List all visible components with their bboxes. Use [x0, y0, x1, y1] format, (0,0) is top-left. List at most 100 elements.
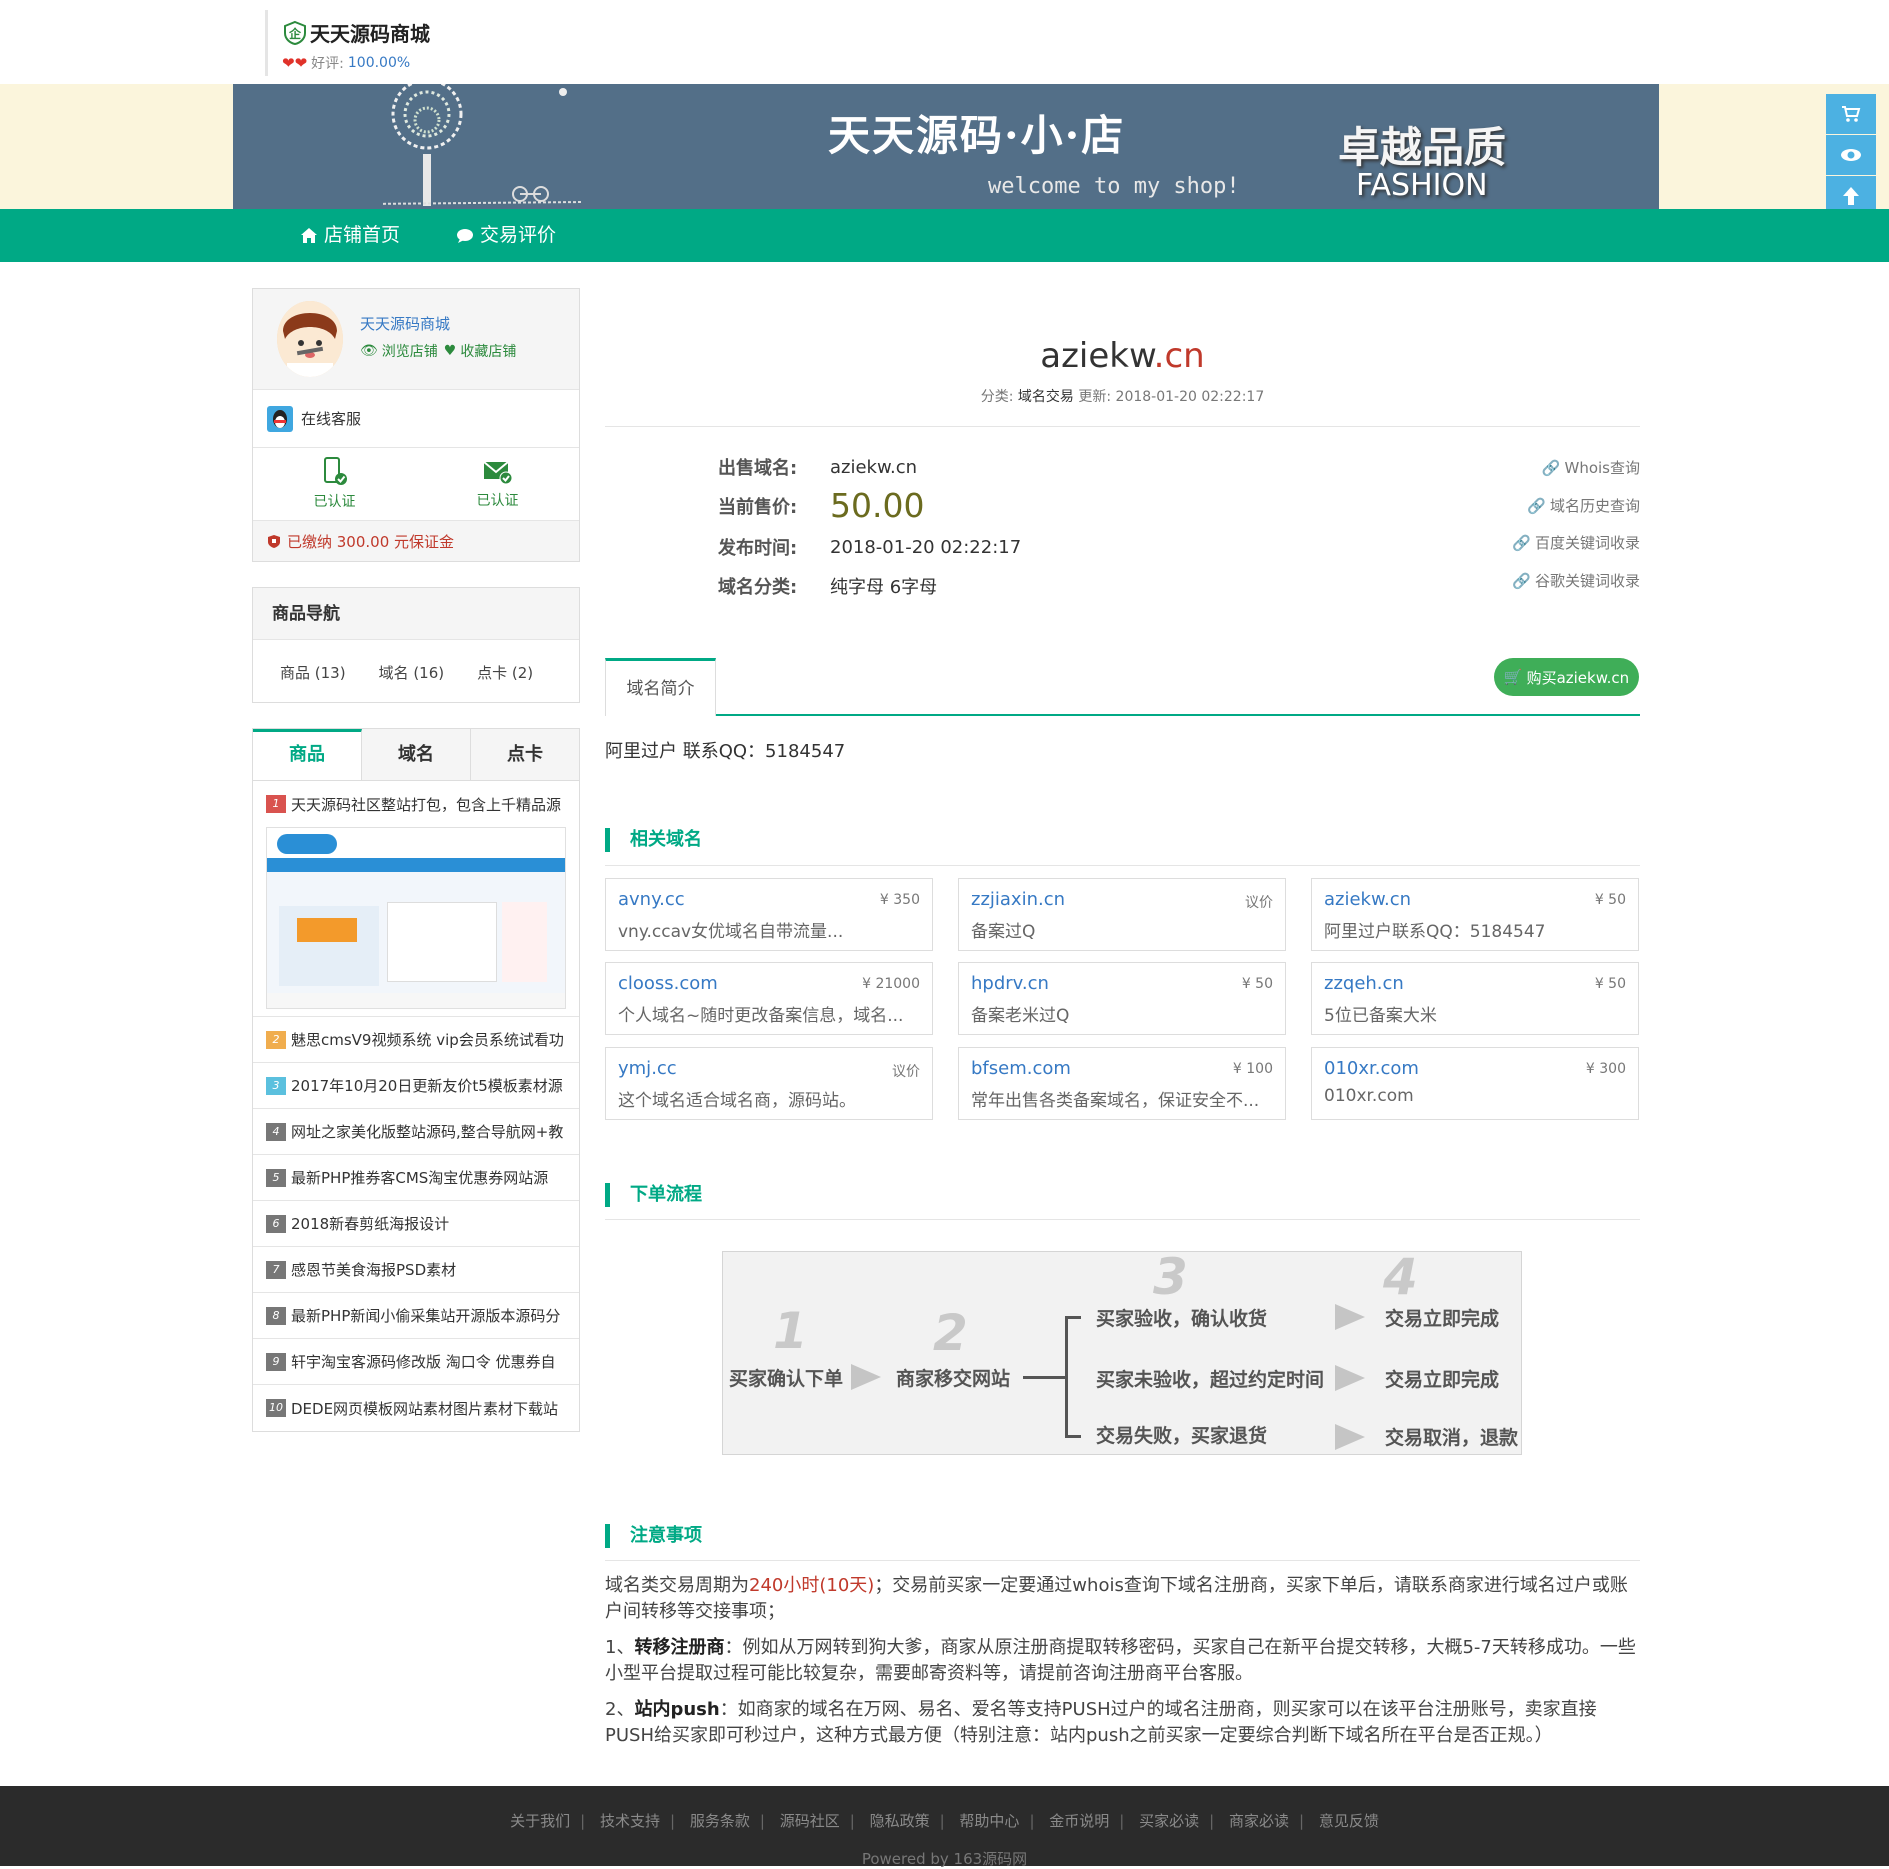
shop-title[interactable]: 企 天天源码商城 — [282, 18, 430, 47]
related-domain-card[interactable]: clooss.com ¥ 21000 个人域名~随时更改备案信息，域名... — [605, 962, 933, 1035]
rating-value: 100.00% — [347, 55, 411, 71]
related-title: 相关域名 — [605, 828, 702, 852]
related-domain-name[interactable]: zzjiaxin.cn — [971, 889, 1065, 910]
related-domain-price: 议价 — [892, 1064, 920, 1080]
google-link[interactable]: 🔗 谷歌关键词收录 — [1512, 570, 1640, 591]
related-domain-card[interactable]: 010xr.com ¥ 300 010xr.com — [1311, 1047, 1639, 1120]
related-domain-card[interactable]: hpdrv.cn ¥ 50 备案老米过Q — [958, 962, 1286, 1035]
step-number: 4 — [1383, 1251, 1418, 1306]
list-item[interactable]: 8 最新PHP新闻小偷采集站开源版本源码分 — [253, 1293, 579, 1339]
category-item-cards[interactable]: 点卡 (2) — [477, 662, 533, 683]
list-item[interactable]: 1 天天源码社区整站打包，包含上千精品源 — [253, 781, 579, 827]
note-paragraph-1: 域名类交易周期为240小时(10天)；交易前买家一定要通过whois查询下域名注… — [605, 1573, 1640, 1625]
related-domain-card[interactable]: avny.cc ¥ 350 vny.ccav女优域名自带流量... — [605, 878, 933, 951]
related-domain-name[interactable]: avny.cc — [618, 889, 685, 910]
list-item[interactable]: 9 轩宇淘宝客源码修改版 淘口令 优惠券自 — [253, 1339, 579, 1385]
result-refund: 交易取消，退款 — [1385, 1427, 1519, 1449]
footer-link[interactable]: 技术支持 — [600, 1812, 660, 1830]
tab-cards[interactable]: 点卡 — [471, 729, 579, 780]
list-item[interactable]: 6 2018新春剪纸海报设计 — [253, 1201, 579, 1247]
deposit-notice: 已缴纳 300.00 元保证金 — [253, 521, 579, 561]
home-icon — [301, 228, 317, 243]
list-item[interactable]: 4 网址之家美化版整站源码,整合导航网+教 — [253, 1109, 579, 1155]
footer-link[interactable]: 买家必读 — [1139, 1812, 1199, 1830]
baidu-link[interactable]: 🔗 百度关键词收录 — [1512, 532, 1640, 553]
related-domain-name[interactable]: bfsem.com — [971, 1058, 1071, 1079]
note-text: 1、 — [605, 1637, 635, 1658]
footer-link[interactable]: 意见反馈 — [1319, 1812, 1379, 1830]
list-item[interactable]: 10 DEDE网页模板网站素材图片素材下载站 — [253, 1385, 579, 1431]
favorite-shop-link[interactable]: 收藏店铺 — [460, 341, 516, 361]
related-domain-name[interactable]: zzqeh.cn — [1324, 973, 1404, 994]
tab-domain-intro[interactable]: 域名简介 — [605, 658, 716, 716]
footer-link[interactable]: 源码社区 — [780, 1812, 840, 1830]
list-item[interactable]: 5 最新PHP推券客CMS淘宝优惠券网站源 — [253, 1155, 579, 1201]
order-process-diagram: 1 2 3 4 买家确认下单 商家移交网站 买家验收，确认收货 买家未验收，超过… — [722, 1251, 1522, 1455]
meta-category[interactable]: 域名交易 — [1018, 389, 1074, 405]
related-domain-desc: vny.ccav女优域名自带流量... — [618, 922, 844, 942]
history-link[interactable]: 🔗 域名历史查询 — [1527, 495, 1640, 516]
footer-link[interactable]: 帮助中心 — [959, 1812, 1019, 1830]
footer-links: 关于我们 | 技术支持 | 服务条款 | 源码社区 | 隐私政策 | 帮助中心 | 金币说明… — [510, 1812, 1379, 1830]
note-paragraph-2: 1、转移注册商：例如从万网转到狗大爹，商家从原注册商提取转移密码，买家自己在新平… — [605, 1635, 1640, 1687]
related-domain-card[interactable]: zzqeh.cn ¥ 50 5位已备案大米 — [1311, 962, 1639, 1035]
category-nav-title: 商品导航 — [253, 588, 579, 640]
tab-domains[interactable]: 域名 — [362, 729, 471, 780]
list-item-title: 最新PHP新闻小偷采集站开源版本源码分 — [291, 1307, 561, 1325]
banner-title: 天天源码·小·店 — [828, 111, 1126, 160]
related-domain-name[interactable]: ymj.cc — [618, 1058, 677, 1079]
browse-shop-link[interactable]: 浏览店铺 — [382, 341, 438, 361]
footer-link[interactable]: 商家必读 — [1229, 1812, 1289, 1830]
product-thumbnail[interactable] — [266, 827, 566, 1009]
info-label: 发布时间: — [718, 538, 798, 559]
note-highlight: 240小时(10天) — [749, 1575, 875, 1596]
buy-button[interactable]: 🛒 购买aziekw.cn — [1494, 658, 1639, 696]
rank-number: 9 — [266, 1352, 286, 1371]
top-bar: 企 天天源码商城 ❤ ❤ 好评: 100.00% — [0, 0, 1889, 84]
eye-icon[interactable] — [1826, 135, 1876, 175]
deposit-text: 已缴纳 300.00 元保证金 — [287, 532, 455, 551]
related-domain-name[interactable]: 010xr.com — [1324, 1058, 1419, 1079]
related-domain-card[interactable]: aziekw.cn ¥ 50 阿里过户联系QQ：5184547 — [1311, 878, 1639, 951]
side-toolbar — [1826, 94, 1876, 217]
comment-icon — [457, 228, 473, 243]
category-item-domains[interactable]: 域名 (16) — [379, 662, 445, 683]
rank-number: 4 — [266, 1122, 286, 1141]
list-item[interactable]: 2 魅思cmsV9视频系统 vip会员系统试看功 — [253, 1017, 579, 1063]
related-domain-desc: 备案过Q — [971, 922, 1036, 942]
note-text: 2、 — [605, 1699, 635, 1720]
online-service[interactable]: 在线客服 — [253, 390, 579, 448]
related-domain-name[interactable]: clooss.com — [618, 973, 718, 994]
nav-home[interactable]: 店铺首页 — [300, 209, 400, 262]
related-domain-name[interactable]: aziekw.cn — [1324, 889, 1411, 910]
rank-number: 8 — [266, 1306, 286, 1325]
related-domain-price: ¥ 300 — [1585, 1061, 1626, 1077]
info-row-price: 当前售价: 50.00 — [718, 486, 924, 525]
list-item[interactable]: 3 2017年10月20日更新友价t5模板素材源 — [253, 1063, 579, 1109]
related-domain-card[interactable]: zzjiaxin.cn 议价 备案过Q — [958, 878, 1286, 951]
related-domain-card[interactable]: bfsem.com ¥ 100 常年出售各类备案域名，保证安全不... — [958, 1047, 1286, 1120]
related-domain-name[interactable]: hpdrv.cn — [971, 973, 1049, 994]
qq-icon — [267, 405, 293, 432]
footer-link[interactable]: 隐私政策 — [870, 1812, 930, 1830]
list-item[interactable]: 7 感恩节美食海报PSD素材 — [253, 1247, 579, 1293]
shop-card-name[interactable]: 天天源码商城 — [360, 313, 450, 334]
category-nav: 商品导航 商品 (13) 域名 (16) 点卡 (2) — [252, 587, 580, 703]
rank-number: 3 — [266, 1076, 286, 1095]
branch-fail: 交易失败，买家退货 — [1096, 1425, 1268, 1447]
eye-icon: 👁 — [360, 343, 378, 359]
related-domain-card[interactable]: ymj.cc 议价 这个域名适合域名商，源码站。 — [605, 1047, 933, 1120]
step-buyer-order: 买家确认下单 — [729, 1368, 844, 1390]
footer-link[interactable]: 金币说明 — [1049, 1812, 1109, 1830]
nav-reviews[interactable]: 交易评价 — [456, 209, 556, 262]
rank-number: 5 — [266, 1168, 286, 1187]
info-row-domain: 出售域名: aziekw.cn — [718, 454, 917, 480]
cart-icon[interactable] — [1826, 94, 1876, 134]
tab-goods[interactable]: 商品 — [253, 729, 362, 780]
footer-link[interactable]: 服务条款 — [690, 1812, 750, 1830]
whois-link[interactable]: 🔗 Whois查询 — [1542, 457, 1640, 478]
footer-link[interactable]: 关于我们 — [510, 1812, 570, 1830]
category-item-goods[interactable]: 商品 (13) — [280, 662, 346, 683]
related-domain-price: ¥ 50 — [1594, 892, 1626, 908]
branch-timeout: 买家未验收，超过约定时间 — [1096, 1369, 1325, 1391]
